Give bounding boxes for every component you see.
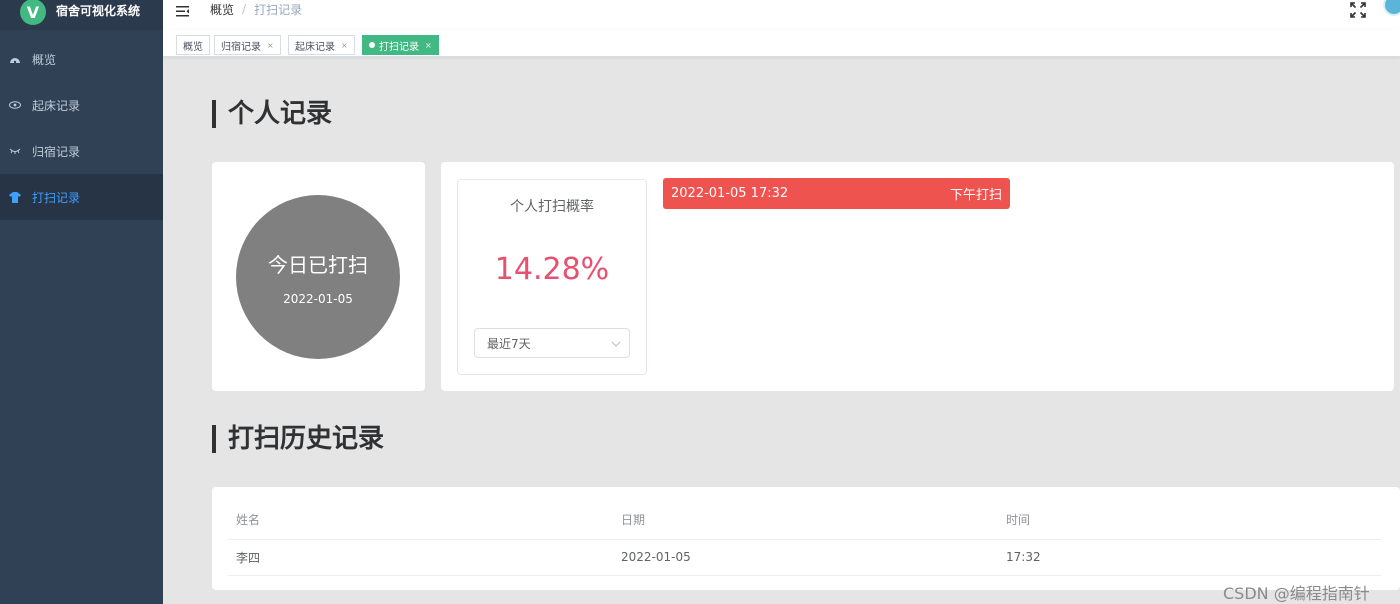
shirt-icon — [8, 190, 22, 204]
navbar: 概览 / 打扫记录 — [163, 0, 1400, 30]
sidebar-item-label: 归宿记录 — [32, 144, 81, 159]
avatar[interactable] — [1383, 0, 1400, 16]
tag-return-records[interactable]: 归宿记录 × — [214, 35, 281, 55]
alert-label: 下午打扫 — [949, 188, 1002, 203]
section-title-history: 打扫历史记录 — [212, 425, 384, 453]
tag-overview[interactable]: 概览 — [176, 35, 210, 55]
rate-value: 14.28% — [494, 252, 610, 287]
column-header-name[interactable]: 姓名 — [228, 501, 613, 540]
rate-label: 个人打扫概率 — [510, 199, 594, 215]
column-header-time[interactable]: 时间 — [998, 501, 1381, 540]
closed-eye-icon — [8, 144, 22, 158]
close-icon[interactable]: × — [341, 41, 348, 50]
app-logo[interactable]: V 宿舍可视化系统 — [0, 0, 163, 30]
dashboard-icon — [8, 52, 22, 66]
chevron-down-icon — [611, 338, 621, 348]
rate-box: 个人打扫概率 14.28% 最近7天 — [457, 179, 647, 375]
range-select[interactable]: 最近7天 — [474, 328, 630, 358]
status-date: 2022-01-05 — [283, 291, 353, 306]
breadcrumb-separator: / — [242, 2, 247, 16]
watermark: CSDN @编程指南针 — [1223, 584, 1370, 603]
sidebar-item-label: 起床记录 — [32, 98, 81, 113]
sidebar-item-wakeup[interactable]: 起床记录 — [0, 82, 163, 128]
breadcrumb-current: 打扫记录 — [254, 2, 303, 17]
cleaning-record-alert: 2022-01-05 17:32 下午打扫 — [663, 178, 1010, 209]
eye-icon — [8, 98, 22, 112]
tag-label: 起床记录 — [295, 41, 335, 53]
tag-wakeup-records[interactable]: 起床记录 × — [288, 35, 355, 55]
cell-time: 17:32 — [998, 539, 1381, 576]
sidebar-item-return[interactable]: 归宿记录 — [0, 128, 163, 174]
cell-name: 李四 — [228, 539, 613, 576]
sidebar-item-label: 概览 — [32, 52, 57, 67]
app-title: 宿舍可视化系统 — [56, 3, 141, 18]
tag-cleaning-records[interactable]: 打扫记录 × — [362, 35, 439, 55]
tags-view: 概览 归宿记录 × 起床记录 × 打扫记录 × — [163, 30, 1400, 57]
vue-logo-icon: V — [20, 0, 46, 25]
table-row[interactable]: 李四 2022-01-05 17:32 — [228, 539, 1381, 576]
sidebar-item-cleaning[interactable]: 打扫记录 — [0, 174, 163, 220]
table-header-row: 姓名 日期 时间 — [228, 501, 1381, 540]
breadcrumb: 概览 / 打扫记录 — [210, 1, 302, 17]
tag-label: 归宿记录 — [221, 41, 261, 53]
cleaned-status-circle: 今日已打扫 2022-01-05 — [236, 195, 400, 359]
column-header-date[interactable]: 日期 — [613, 501, 998, 540]
section-title-personal: 个人记录 — [212, 100, 332, 128]
status-card: 今日已打扫 2022-01-05 — [212, 162, 425, 391]
range-select-value: 最近7天 — [487, 336, 531, 351]
cell-date: 2022-01-05 — [613, 539, 998, 576]
history-table: 姓名 日期 时间 李四 2022-01-05 17:32 — [228, 501, 1381, 576]
breadcrumb-home[interactable]: 概览 — [210, 1, 234, 18]
hamburger-menu-icon[interactable] — [176, 2, 192, 18]
tag-label: 打扫记录 — [379, 41, 419, 53]
sidebar-item-overview[interactable]: 概览 — [0, 36, 163, 82]
close-icon[interactable]: × — [267, 41, 274, 50]
alert-datetime: 2022-01-05 17:32 — [671, 186, 789, 201]
rate-card: 个人打扫概率 14.28% 最近7天 2022-01-05 17:32 下午打扫 — [441, 162, 1394, 391]
sidebar: V 宿舍可视化系统 概览 起床记录 归宿记录 打扫记录 — [0, 0, 163, 604]
active-dot-icon — [369, 42, 375, 48]
fullscreen-icon[interactable] — [1350, 2, 1366, 18]
history-card: 姓名 日期 时间 李四 2022-01-05 17:32 — [212, 487, 1400, 590]
close-icon[interactable]: × — [425, 41, 432, 50]
tag-label: 概览 — [183, 41, 203, 53]
sidebar-item-label: 打扫记录 — [32, 190, 81, 205]
status-text: 今日已打扫 — [268, 252, 368, 277]
